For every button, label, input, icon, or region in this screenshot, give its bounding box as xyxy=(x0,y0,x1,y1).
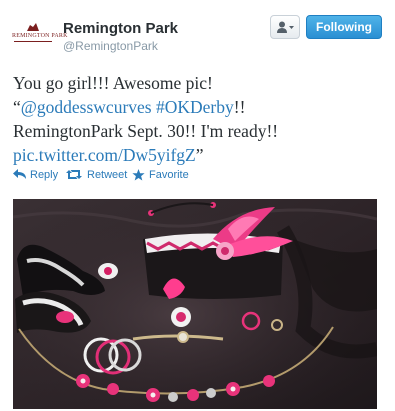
star-icon xyxy=(132,169,145,181)
tweet-text: You go girl!!! Awesome pic! “@goddesswcu… xyxy=(13,71,385,167)
tweet-line-4: pic.twitter.com/Dw5yifgZ” xyxy=(13,143,385,167)
following-button[interactable]: Following xyxy=(306,15,382,39)
tweet-photo[interactable] xyxy=(13,199,377,409)
user-dropdown-icon xyxy=(277,21,294,33)
favorite-label: Favorite xyxy=(149,169,189,181)
account-name[interactable]: Remington Park xyxy=(63,20,178,37)
mention-link[interactable]: @goddesswcurves xyxy=(21,97,152,117)
tweet-line-1: You go girl!!! Awesome pic! xyxy=(13,73,213,93)
pic-link[interactable]: pic.twitter.com/Dw5yifgZ xyxy=(13,145,196,165)
tweet-header: REMINGTON PARK Remington Park @Remington… xyxy=(0,0,395,62)
derby-accessories-photo xyxy=(13,199,377,409)
close-quote: ” xyxy=(195,145,204,165)
user-actions-button[interactable] xyxy=(270,15,300,39)
remington-park-logo[interactable]: REMINGTON PARK xyxy=(12,22,68,46)
open-quote: “ xyxy=(13,97,21,117)
account-handle[interactable]: @RemingtonPark xyxy=(63,39,158,53)
tweet-line-2: “@goddesswcurves #OKDerby!! xyxy=(13,95,385,119)
reply-label: Reply xyxy=(30,169,59,181)
hashtag-suffix: !! xyxy=(233,97,246,117)
hashtag-link[interactable]: #OKDerby xyxy=(156,97,234,117)
logo-divider xyxy=(14,41,52,42)
logo-wordmark: REMINGTON PARK xyxy=(12,33,68,39)
reply-icon xyxy=(13,169,26,179)
retweet-icon xyxy=(66,170,82,179)
tweet-line-3: RemingtonPark Sept. 30!! I'm ready!! xyxy=(13,121,279,141)
horse-crest-icon xyxy=(27,23,39,31)
retweet-label: Retweet xyxy=(87,169,128,181)
